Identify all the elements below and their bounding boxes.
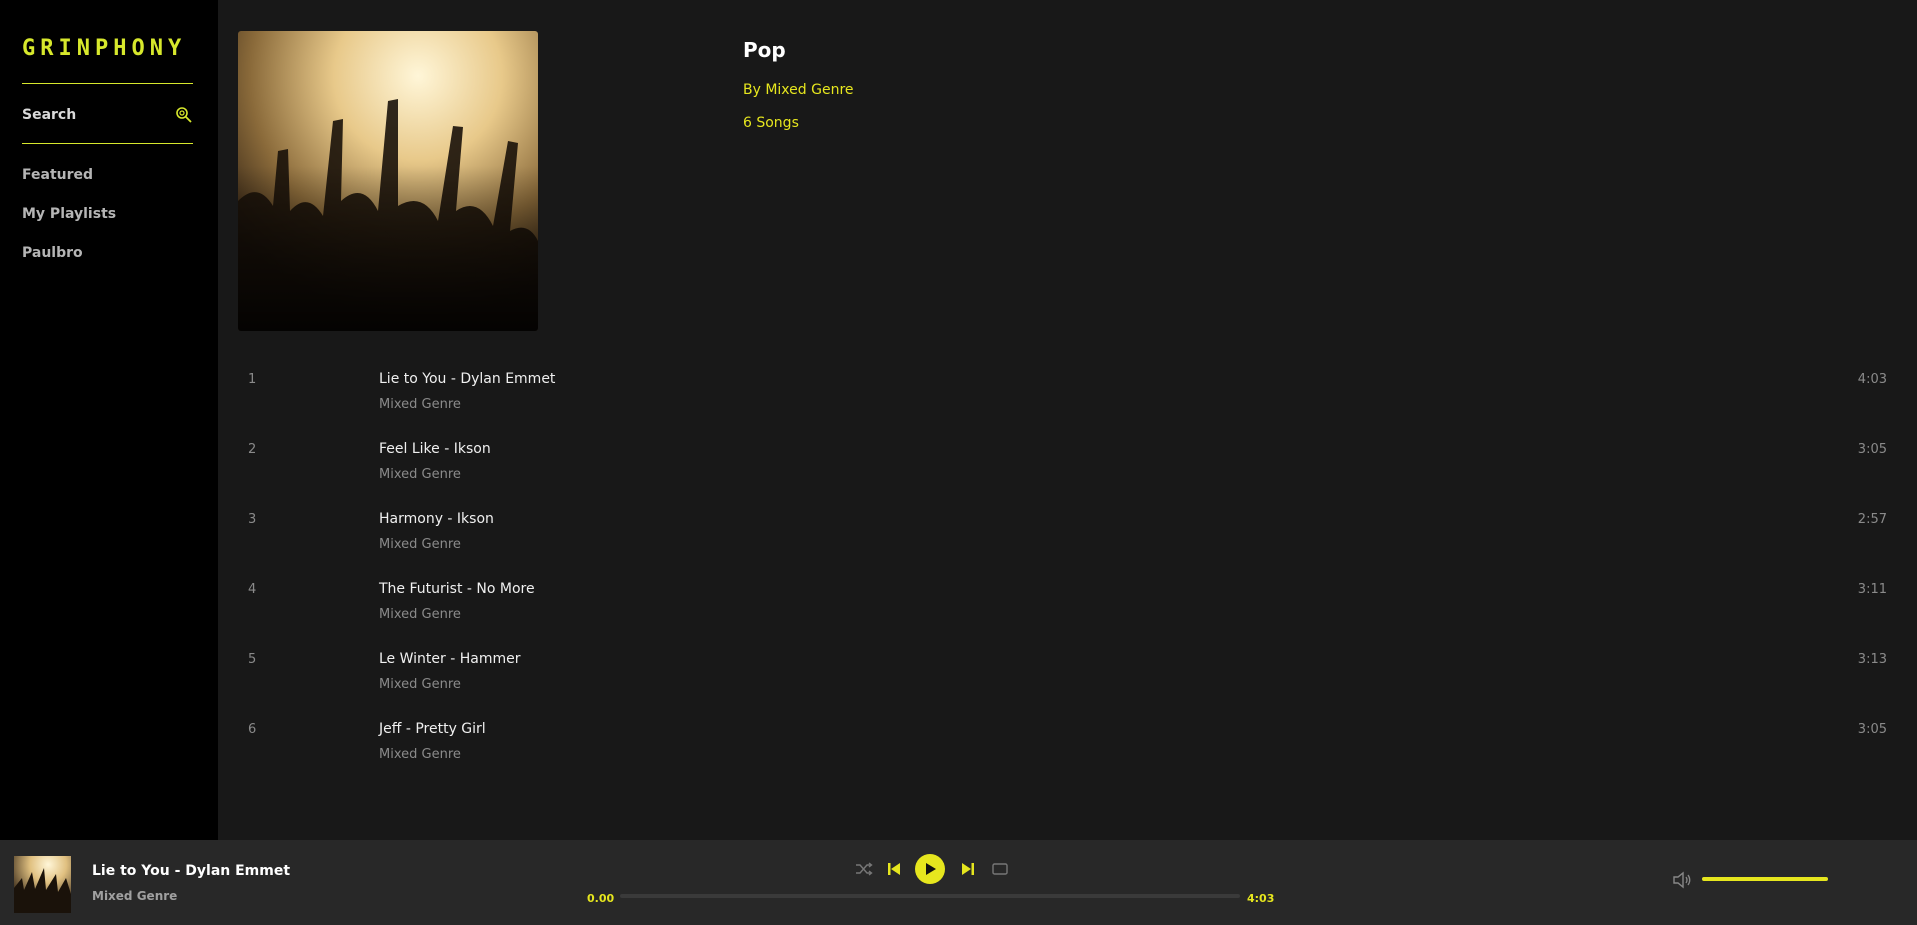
- track-row[interactable]: 5 Le Winter - Hammer Mixed Genre 3:13: [218, 641, 1917, 711]
- track-artist: Mixed Genre: [379, 747, 461, 762]
- volume-fill: [1702, 877, 1828, 881]
- volume-slider[interactable]: [1702, 877, 1828, 881]
- track-row[interactable]: 1 Lie to You - Dylan Emmet Mixed Genre 4…: [218, 361, 1917, 431]
- track-number: 4: [248, 582, 257, 597]
- track-artist: Mixed Genre: [379, 397, 461, 412]
- sidebar-item-featured[interactable]: Featured: [22, 163, 116, 202]
- track-duration: 4:03: [1857, 372, 1887, 387]
- app-logo[interactable]: GRINPHONY: [22, 36, 186, 61]
- track-title: Harmony - Ikson: [379, 511, 494, 527]
- progress-bar[interactable]: [620, 894, 1240, 898]
- track-duration: 3:11: [1857, 582, 1887, 597]
- sidebar-item-paulbro[interactable]: Paulbro: [22, 241, 116, 280]
- now-playing-artist: Mixed Genre: [92, 889, 178, 903]
- volume-button[interactable]: [1672, 870, 1692, 890]
- playback-controls: [850, 854, 1010, 884]
- now-playing-cover: [14, 856, 71, 913]
- next-icon: [962, 863, 974, 875]
- track-row[interactable]: 3 Harmony - Ikson Mixed Genre 2:57: [218, 501, 1917, 571]
- track-row[interactable]: 2 Feel Like - Ikson Mixed Genre 3:05: [218, 431, 1917, 501]
- search-label: Search: [22, 107, 77, 123]
- track-artist: Mixed Genre: [379, 537, 461, 552]
- track-title: The Futurist - No More: [379, 581, 535, 597]
- playlist-cover-image: [238, 31, 538, 331]
- next-button[interactable]: [954, 854, 982, 884]
- previous-button[interactable]: [880, 854, 908, 884]
- track-duration: 3:13: [1857, 652, 1887, 667]
- search-button[interactable]: Search: [22, 104, 193, 126]
- track-duration: 3:05: [1857, 722, 1887, 737]
- play-icon: [926, 863, 936, 875]
- track-row[interactable]: 4 The Futurist - No More Mixed Genre 3:1…: [218, 571, 1917, 641]
- player-bar: Lie to You - Dylan Emmet Mixed Genre 0.0…: [0, 840, 1917, 925]
- playlist-song-count: 6 Songs: [743, 115, 799, 131]
- main-content: Pop By Mixed Genre 6 Songs 1 Lie to You …: [218, 0, 1917, 840]
- search-icon: [176, 107, 192, 123]
- track-number: 5: [248, 652, 257, 667]
- sidebar-nav: Featured My Playlists Paulbro: [22, 163, 116, 280]
- track-number: 1: [248, 372, 257, 387]
- track-artist: Mixed Genre: [379, 677, 461, 692]
- current-time: 0.00: [587, 892, 615, 905]
- repeat-icon: [992, 863, 1008, 875]
- track-title: Feel Like - Ikson: [379, 441, 491, 457]
- track-title: Le Winter - Hammer: [379, 651, 521, 667]
- track-number: 3: [248, 512, 257, 527]
- previous-icon: [888, 863, 900, 875]
- play-button[interactable]: [915, 854, 945, 884]
- track-duration: 3:05: [1857, 442, 1887, 457]
- volume-icon: [1673, 871, 1691, 889]
- track-number: 2: [248, 442, 257, 457]
- track-list: 1 Lie to You - Dylan Emmet Mixed Genre 4…: [218, 361, 1917, 781]
- divider: [22, 83, 193, 84]
- track-title: Jeff - Pretty Girl: [379, 721, 486, 737]
- total-time: 4:03: [1247, 892, 1275, 905]
- repeat-button[interactable]: [986, 854, 1014, 884]
- track-title: Lie to You - Dylan Emmet: [379, 371, 556, 387]
- track-duration: 2:57: [1857, 512, 1887, 527]
- now-playing-title: Lie to You - Dylan Emmet: [92, 863, 291, 879]
- track-row[interactable]: 6 Jeff - Pretty Girl Mixed Genre 3:05: [218, 711, 1917, 781]
- shuffle-icon: [856, 862, 873, 876]
- track-number: 6: [248, 722, 257, 737]
- track-artist: Mixed Genre: [379, 467, 461, 482]
- sidebar: GRINPHONY Search Featured My Playlists P…: [0, 0, 218, 840]
- sidebar-item-my-playlists[interactable]: My Playlists: [22, 202, 116, 241]
- playlist-owner[interactable]: By Mixed Genre: [743, 82, 854, 98]
- track-artist: Mixed Genre: [379, 607, 461, 622]
- playlist-title: Pop: [743, 38, 786, 62]
- shuffle-button[interactable]: [850, 854, 878, 884]
- divider: [22, 143, 193, 144]
